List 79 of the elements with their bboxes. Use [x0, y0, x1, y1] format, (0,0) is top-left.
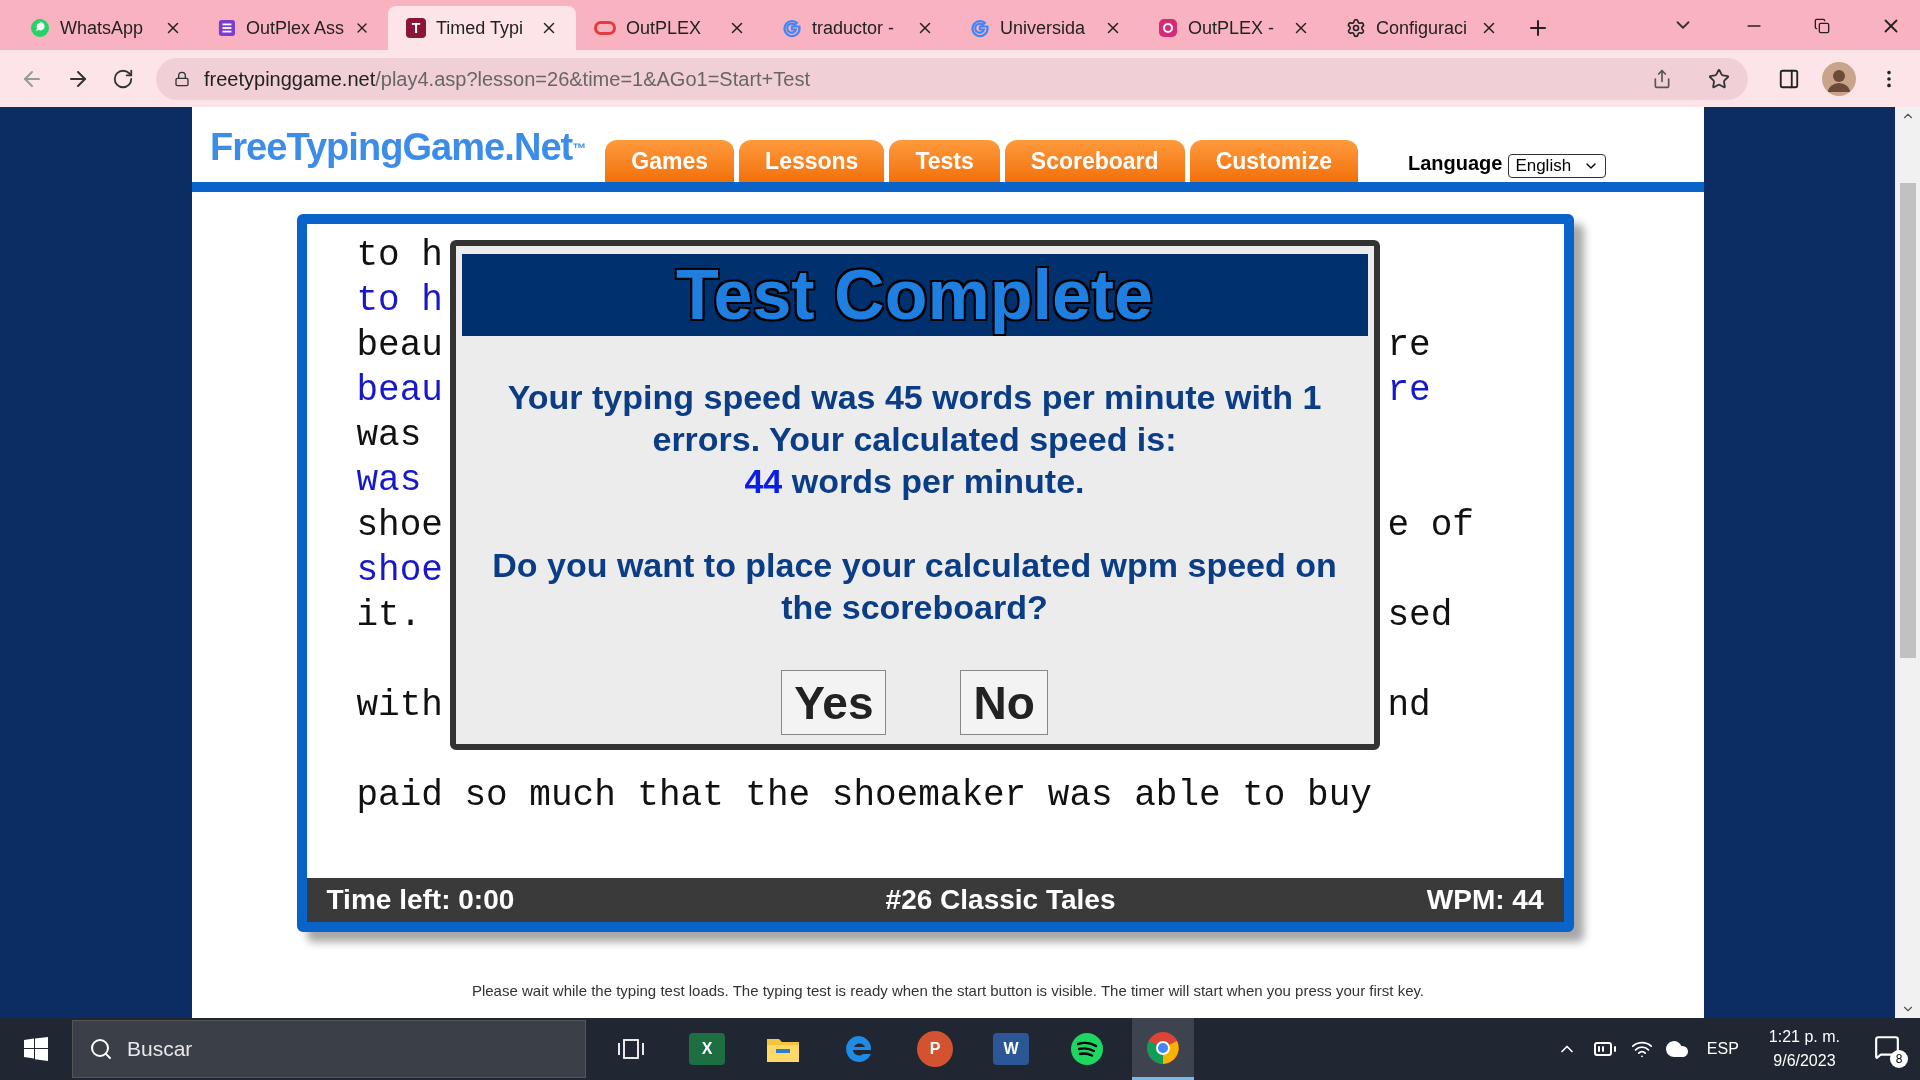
dialog-message: Your typing speed was 45 words per minute with 1 errors. Your calculated speed is:: [506, 377, 1323, 460]
camera-icon: [1158, 18, 1178, 38]
browser-tab[interactable]: Configuraci: [1328, 6, 1516, 50]
chat-bubble-icon: [30, 18, 50, 38]
lesson-title: #26 Classic Tales: [885, 883, 1116, 917]
document-app-icon[interactable]: W: [993, 1033, 1029, 1065]
taskbar-button[interactable]: [1132, 1018, 1194, 1080]
letter-icon: T: [406, 18, 426, 38]
share-icon[interactable]: [1652, 68, 1672, 89]
google-icon: [782, 18, 802, 38]
typing-line-text: shoe: [356, 505, 443, 546]
typing-line-text: sed: [1387, 594, 1454, 638]
restore-icon[interactable]: [1814, 18, 1830, 34]
browser-tab[interactable]: traductor -: [764, 6, 952, 50]
typing-line-text: e of: [1387, 504, 1475, 548]
wpm-reading: WPM: 44: [1426, 883, 1544, 917]
side-panel-icon[interactable]: [1778, 67, 1800, 90]
start-icon[interactable]: [24, 1037, 48, 1061]
clock[interactable]: 1:21 p. m. 9/6/2023: [1768, 1025, 1840, 1073]
lock-icon: [174, 70, 190, 87]
typing-line-text: shoe: [356, 550, 443, 591]
profile-avatar[interactable]: [1822, 61, 1856, 96]
typing-line-text: with: [356, 685, 443, 726]
dialog-button[interactable]: Yes: [781, 670, 887, 735]
typing-line-text: to h: [356, 235, 443, 276]
search-placeholder: Buscar: [127, 1036, 193, 1063]
calculated-speed: 44 words per minute.: [744, 461, 1085, 502]
typing-line-text: beau: [356, 325, 443, 366]
browser-tab[interactable]: WhatsApp: [12, 6, 200, 50]
url-text: freetypinggame.net/play4.asp?lesson=26&time=1&AGo1=Start+Test: [204, 66, 810, 92]
google-icon: [970, 18, 990, 38]
chrome-icon[interactable]: [1146, 1030, 1180, 1065]
tab-title: Configuraci: [1376, 16, 1469, 40]
input-language[interactable]: ESP: [1706, 1037, 1739, 1061]
tab-title: OutPLEX -: [1188, 16, 1276, 40]
spreadsheet-app-icon[interactable]: X: [689, 1033, 725, 1065]
presentation-app-icon[interactable]: P: [917, 1031, 953, 1067]
loading-note: Please wait while the typing test loads. The typing test is ready when the start button is visible. The timer will start when you press your first key.: [471, 981, 1425, 1001]
typing-line-text: re: [1387, 324, 1432, 368]
address-bar[interactable]: freetypinggame.net/play4.asp?lesson=26&time=1&AGo1=Start+Test: [156, 57, 1748, 100]
bookmark-icon[interactable]: [1708, 67, 1730, 90]
dialog-button[interactable]: No: [960, 670, 1048, 735]
language-label: Language: [1407, 151, 1503, 176]
scrollbar[interactable]: [1895, 107, 1920, 1018]
typing-line-text: to h: [356, 280, 443, 321]
dialog-question: Do you want to place your calculated wpm speed on the scoreboard?: [491, 545, 1338, 628]
language-select[interactable]: English: [1508, 154, 1607, 178]
clock-date: 9/6/2023: [1773, 1051, 1836, 1071]
task-view-icon[interactable]: [618, 1037, 644, 1061]
browser-tab[interactable]: OutPlex Ass: [200, 6, 388, 50]
tab-title: Timed Typi: [436, 16, 525, 40]
time-left: Time left: 0:00: [326, 883, 515, 917]
clock-time: 1:21 p. m.: [1768, 1027, 1840, 1047]
settings-icon: [1346, 18, 1366, 38]
tab-title: Universida: [1000, 16, 1087, 40]
browser-tab[interactable]: OutPLEX -: [1140, 6, 1328, 50]
browser-tab[interactable]: T Timed Typi: [388, 6, 576, 50]
typing-line-text: it.: [356, 595, 422, 636]
browser-tab[interactable]: OutPLEX: [576, 6, 764, 50]
reload-icon[interactable]: [112, 67, 134, 90]
taskbar-button[interactable]: W: [980, 1018, 1042, 1080]
typing-line-text: nd: [1387, 684, 1432, 728]
typing-line-text: was: [356, 415, 422, 456]
tab-title: OutPlex Ass: [245, 16, 344, 40]
search-field[interactable]: Buscar: [72, 1020, 586, 1078]
typing-line-text: was: [356, 460, 422, 501]
taskbar-button[interactable]: P: [904, 1018, 966, 1080]
search-icon: [89, 1037, 113, 1061]
typing-line-text: beau: [356, 370, 443, 411]
taskbar-button[interactable]: X: [676, 1018, 738, 1080]
tab-title: WhatsApp: [60, 16, 145, 40]
tab-title: OutPLEX: [626, 16, 703, 40]
typing-line-text: re: [1387, 369, 1432, 413]
list-icon: [218, 18, 236, 38]
tab-title: traductor -: [812, 16, 896, 40]
typing-line-text: paid so much that the shoemaker was able to buy: [356, 775, 1372, 816]
music-app-icon[interactable]: [1070, 1032, 1104, 1066]
notification-count: 8: [1890, 1050, 1908, 1068]
browser-tab[interactable]: Universida: [952, 6, 1140, 50]
